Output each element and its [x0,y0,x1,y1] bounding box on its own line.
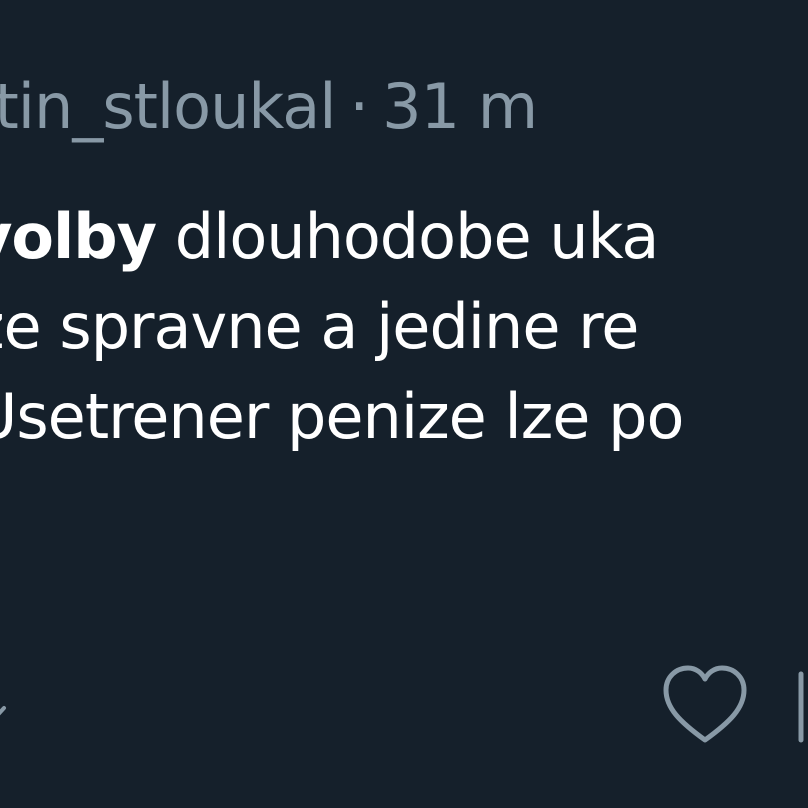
reply-icon[interactable] [0,700,20,744]
tweet-line-3: Usetrener penize lze po [0,372,684,462]
meta-separator: · [349,70,369,143]
tweet-meta: rtin_stloukal · 31 m [0,70,538,143]
tweet-timestamp[interactable]: 31 m [382,70,538,143]
tweet-actions [0,650,808,760]
tweet-line-2: ze spravne a jedine re [0,282,683,372]
author-handle[interactable]: rtin_stloukal [0,70,336,143]
tweet-line-text: Usetrener penize lze po [0,380,684,453]
tweet-line-1: volby dlouhodobe uka [0,192,683,282]
tweet-card[interactable]: rtin_stloukal·31 m volby dlouhodobe uka … [0,0,808,808]
tweet-line-text: dlouhodobe uka [156,200,660,273]
share-icon[interactable] [795,670,808,754]
tweet-line-text: ze spravne a jedine re [0,290,639,363]
heart-icon[interactable] [660,662,750,752]
tweet-body: volby dlouhodobe uka ze spravne a jedine… [0,192,684,462]
hashtag-link[interactable]: volby [0,200,157,273]
